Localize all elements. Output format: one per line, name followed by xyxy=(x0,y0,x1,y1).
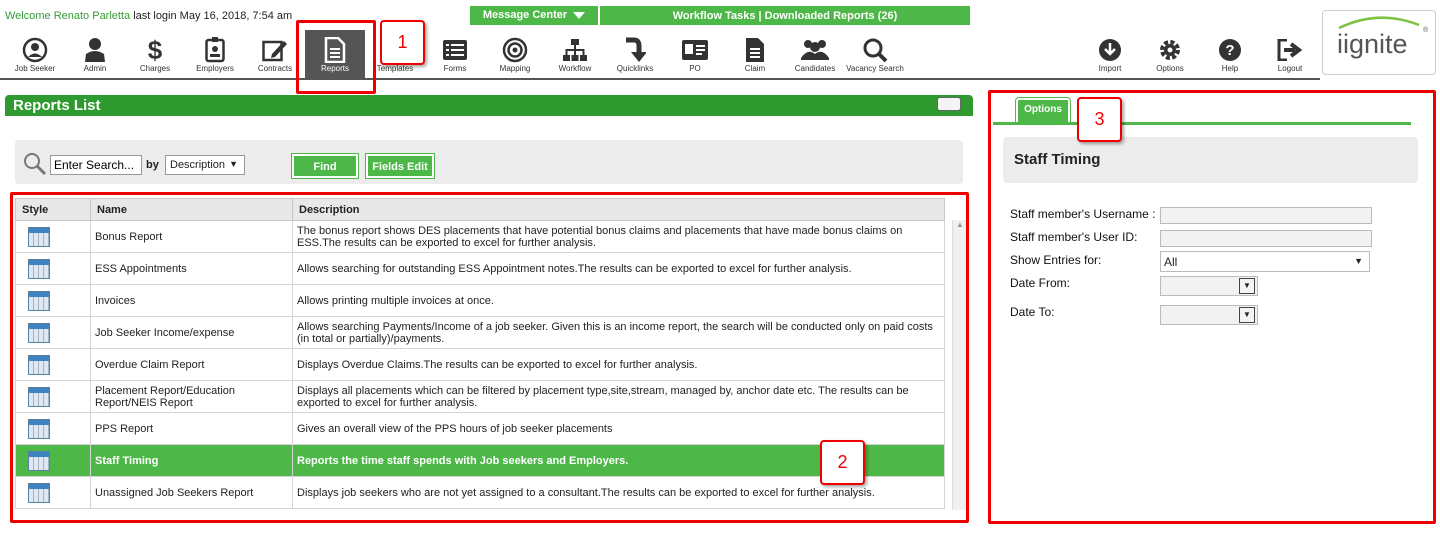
search-by-value: Description xyxy=(170,159,226,171)
gear-icon xyxy=(1160,40,1180,60)
dropdown-arrow-icon: ▼ xyxy=(229,159,238,169)
search-input[interactable]: Enter Search... xyxy=(50,155,142,175)
search-icon xyxy=(863,38,888,63)
nav-workflow[interactable]: Workflow xyxy=(545,30,605,78)
callout-2: 2 xyxy=(820,440,865,485)
sitemap-icon xyxy=(563,39,587,61)
last-login: last login May 16, 2018, 7:54 am xyxy=(130,10,293,22)
highlight-reports-nav xyxy=(296,20,376,94)
welcome-user: Welcome Renato Parletta xyxy=(5,10,130,22)
nav-forms[interactable]: Forms xyxy=(425,30,485,78)
nav-import[interactable]: Import xyxy=(1080,30,1140,78)
arrow-down-turn-icon xyxy=(626,37,646,62)
nav-label: Workflow xyxy=(558,64,592,73)
callout-1: 1 xyxy=(380,20,425,65)
nav-label: Forms xyxy=(443,64,467,73)
magnifier-icon xyxy=(24,153,47,176)
logo-text: iignite xyxy=(1337,29,1408,59)
id-badge-icon xyxy=(205,37,225,63)
nav-label: Charges xyxy=(139,64,171,73)
nav-label: Quicklinks xyxy=(616,64,654,73)
nav-label: Job Seeker xyxy=(14,64,56,73)
highlight-options-panel xyxy=(988,90,1436,524)
nav-label: Claim xyxy=(744,64,766,73)
nav-label: Options xyxy=(1156,64,1184,73)
search-by-select[interactable]: Description ▼ xyxy=(165,155,245,175)
top-bar: Welcome Renato Parletta last login May 1… xyxy=(0,0,1440,30)
nav-logout[interactable]: Logout xyxy=(1260,30,1320,78)
nav-label: Admin xyxy=(83,64,107,73)
nav-po[interactable]: PO xyxy=(665,30,725,78)
users-icon xyxy=(801,40,829,60)
nav-label: Import xyxy=(1098,64,1122,73)
nav-label: Logout xyxy=(1277,64,1303,73)
nav-charges[interactable]: $ Charges xyxy=(125,30,185,78)
minimize-icon[interactable] xyxy=(937,97,961,111)
welcome-text: Welcome Renato Parletta last login May 1… xyxy=(5,10,292,22)
download-circle-icon xyxy=(1099,39,1121,61)
nav-quicklinks[interactable]: Quicklinks xyxy=(605,30,665,78)
chevron-down-icon xyxy=(573,12,586,19)
logo-registered: ® xyxy=(1423,27,1429,34)
find-button[interactable]: Find xyxy=(292,154,358,178)
nav-label: Vacancy Search xyxy=(846,64,904,73)
nav-mapping[interactable]: Mapping xyxy=(485,30,545,78)
search-by-label: by xyxy=(146,159,159,171)
user-name: Renato Parletta xyxy=(53,10,131,22)
workflow-tasks-link[interactable]: Workflow Tasks | Downloaded Reports (26) xyxy=(600,10,970,22)
nav-vacancy-search[interactable]: Vacancy Search xyxy=(845,30,905,78)
logout-icon xyxy=(1277,39,1303,61)
nav-label: Candidates xyxy=(794,64,836,73)
ignite-logo: iignite ® xyxy=(1322,10,1436,75)
nav-help[interactable]: ? Help xyxy=(1200,30,1260,78)
logo-swoosh-icon xyxy=(1338,16,1420,29)
edit-icon xyxy=(262,40,287,62)
target-icon xyxy=(502,37,528,63)
nav-job-seeker[interactable]: Job Seeker xyxy=(5,30,65,78)
id-card-icon xyxy=(682,40,708,60)
admin-person-icon xyxy=(85,38,105,62)
nav-employers[interactable]: Employers xyxy=(185,30,245,78)
nav-options[interactable]: Options xyxy=(1140,30,1200,78)
nav-claim[interactable]: Claim xyxy=(725,30,785,78)
nav-label: PO xyxy=(689,64,701,73)
form-list-icon xyxy=(443,40,467,60)
search-bar: Enter Search... by Description ▼ Find Fie… xyxy=(15,140,963,184)
dollar-icon: $ xyxy=(147,34,163,65)
document-icon xyxy=(746,38,764,62)
message-bar: Message Center Workflow Tasks | Download… xyxy=(470,6,970,25)
message-center-button[interactable]: Message Center xyxy=(470,6,600,25)
nav-label: Mapping xyxy=(499,64,531,73)
user-circle-icon xyxy=(22,37,48,63)
nav-label: Employers xyxy=(196,64,234,73)
nav-label: Help xyxy=(1221,64,1239,73)
nav-admin[interactable]: Admin xyxy=(65,30,125,78)
main-nav: Job Seeker Admin $ Charges Employers Con… xyxy=(0,30,1320,80)
fields-edit-button[interactable]: Fields Edit xyxy=(366,154,434,178)
question-icon: ? xyxy=(1219,39,1241,61)
reports-list-title: Reports List xyxy=(13,97,101,114)
nav-candidates[interactable]: Candidates xyxy=(785,30,845,78)
message-center-label: Message Center xyxy=(482,9,568,21)
reports-list-header: Reports List xyxy=(5,95,973,116)
svg-text:?: ? xyxy=(1225,42,1234,59)
callout-3: 3 xyxy=(1077,97,1122,142)
welcome-prefix: Welcome xyxy=(5,10,54,22)
